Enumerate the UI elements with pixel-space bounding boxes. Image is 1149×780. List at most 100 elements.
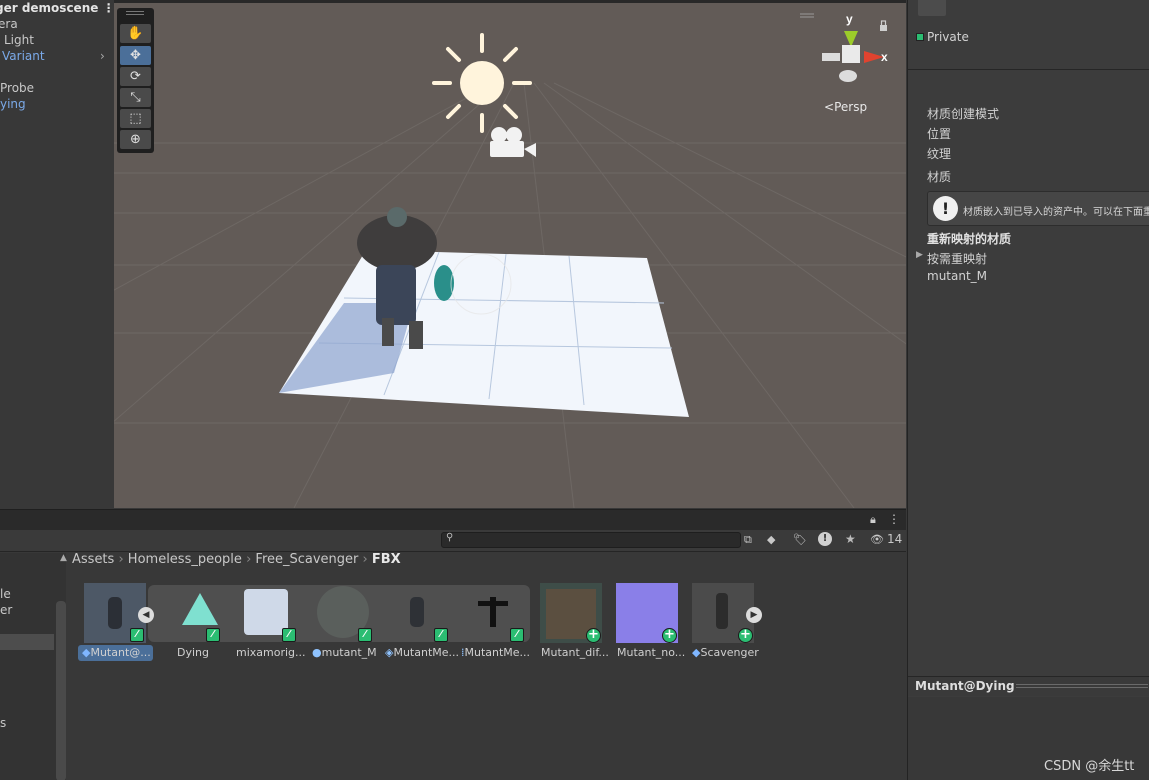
- filter-by-label-icon[interactable]: 🏷︎: [793, 533, 807, 546]
- search-by-type-icon[interactable]: ⧉: [744, 533, 752, 547]
- asset-label-mutant-normal: Mutant_no...: [617, 646, 686, 659]
- rect-tool-icon[interactable]: ⬚: [120, 109, 151, 128]
- hierarchy-item-camera[interactable]: era: [0, 16, 18, 32]
- search-icon: ⚲: [446, 532, 454, 543]
- edit-badge-icon: ⁄: [206, 628, 220, 642]
- breadcrumb-fbx[interactable]: FBX: [372, 552, 401, 567]
- scene-canvas: y x: [114, 12, 906, 508]
- warning-icon: !: [933, 196, 958, 221]
- sun-light-icon[interactable]: [432, 33, 532, 133]
- character-preview-icon: [716, 593, 728, 629]
- tool-palette: ✋ ✥ ⟳ ⤡ ⬚ ⊕: [117, 8, 154, 153]
- folder-item-selected[interactable]: [0, 634, 54, 650]
- orientation-gizmo[interactable]: y x: [822, 12, 888, 82]
- asset-thumbnail: [918, 0, 946, 16]
- folder-item[interactable]: s: [0, 716, 6, 730]
- asset-label-scavenger: ◆Scavenger: [692, 646, 759, 659]
- breadcrumb-separator: ›: [362, 552, 372, 567]
- remapped-materials-header: 重新映射的材质: [927, 232, 1012, 246]
- hidden-count: 14: [887, 532, 903, 546]
- gizmo-y-label: y: [846, 12, 853, 26]
- filter-by-type-icon[interactable]: ◆: [767, 533, 775, 546]
- hidden-packages-icon[interactable]: 👁︎: [870, 533, 884, 546]
- expand-right-icon[interactable]: ▶: [746, 607, 762, 623]
- edit-badge-icon: ⁄: [434, 628, 448, 642]
- hierarchy-item-light[interactable]: Light: [4, 32, 34, 48]
- kebab-menu-icon[interactable]: ⋮: [103, 1, 113, 15]
- asset-label-mutantmesh-1: ◈MutantMe...: [385, 646, 460, 659]
- chevron-right-icon[interactable]: ›: [100, 48, 105, 64]
- persp-arrow-icon: <: [824, 100, 835, 114]
- asset-label-mutant-m: ●mutant_M: [312, 646, 377, 659]
- edit-badge-icon: ⁄: [510, 628, 524, 642]
- asset-label-mutant-diffuse: Mutant_dif...: [541, 646, 609, 659]
- asset-mutant-m[interactable]: ⁄: [314, 583, 376, 643]
- edit-badge-icon: ⁄: [358, 628, 372, 642]
- hierarchy-panel: ger demoscene ⋮ era Light Variant › Prob…: [0, 0, 113, 508]
- scene-title[interactable]: ger demoscene ⋮: [0, 0, 113, 16]
- hierarchy-item-probe[interactable]: Probe: [0, 80, 34, 96]
- location-label: 位置: [927, 127, 952, 141]
- asset-label-mutantmesh-2: ⁞MutantMe...: [461, 646, 531, 659]
- edit-badge-icon: ⁄: [130, 628, 144, 642]
- perspective-toggle[interactable]: <Persp: [824, 100, 867, 114]
- breadcrumb-free-scavenger[interactable]: Free_Scavenger: [255, 552, 358, 567]
- textures-label: 纹理: [927, 147, 952, 161]
- collapse-arrow-icon[interactable]: ▲: [60, 553, 67, 563]
- scrollbar[interactable]: [56, 601, 66, 780]
- favorite-star-icon[interactable]: ★: [845, 532, 856, 546]
- divider: [908, 69, 1149, 70]
- foldout-arrow-icon[interactable]: ▶: [916, 250, 923, 260]
- scale-tool-icon[interactable]: ⤡: [120, 88, 151, 107]
- add-badge-icon: +: [586, 628, 601, 643]
- asset-mutant-dying-thumb[interactable]: ⁄: [84, 583, 146, 643]
- preview-header[interactable]: Mutant@Dying: [908, 676, 1149, 696]
- drag-handle-icon[interactable]: [800, 13, 814, 18]
- scene-view[interactable]: y x ✋ ✥ ⟳ ⤡ ⬚ ⊕ <Persp: [114, 3, 906, 508]
- asset-mutantmesh-2[interactable]: ⁄: [464, 583, 526, 643]
- transform-tool-icon[interactable]: ⊕: [120, 130, 151, 149]
- project-tab-strip: 🔒︎ ⋮: [0, 510, 906, 530]
- asset-mutantmesh-1[interactable]: ⁄: [388, 583, 450, 643]
- lock-icon[interactable]: 🔒︎: [870, 513, 876, 527]
- model-preview-icon: [108, 597, 122, 629]
- on-demand-remap-foldout[interactable]: 按需重映射: [927, 250, 987, 267]
- rotate-tool-icon[interactable]: ⟳: [120, 67, 151, 86]
- asset-label-dying: Dying: [177, 646, 209, 659]
- asset-mixamorig[interactable]: ⁄: [238, 583, 300, 643]
- preview-drag-handle[interactable]: [1016, 684, 1148, 688]
- skeleton-arms: [478, 601, 508, 606]
- hierarchy-item-dying[interactable]: ying: [0, 96, 26, 112]
- collapse-left-icon[interactable]: ◀: [138, 607, 154, 623]
- drag-grip-icon[interactable]: [126, 11, 144, 15]
- private-checkbox[interactable]: [916, 33, 924, 41]
- material-icon: ●: [312, 646, 322, 659]
- error-filter-icon[interactable]: !: [818, 532, 832, 546]
- asset-scavenger[interactable]: +: [692, 583, 754, 643]
- breadcrumb-homeless-people[interactable]: Homeless_people: [128, 552, 242, 567]
- asset-label-mutant-dying: ◆Mutant@...: [82, 646, 151, 659]
- hand-tool-icon[interactable]: ✋: [120, 24, 151, 43]
- asset-dying[interactable]: ⁄: [166, 583, 228, 643]
- asset-mutant-diffuse[interactable]: +: [540, 583, 602, 643]
- asset-label-mixamorig: mixamorig...: [236, 646, 306, 659]
- private-label: Private: [927, 30, 969, 44]
- info-box: ! 材质嵌入到已导入的资产中。可以在下面重: [927, 191, 1149, 226]
- edit-badge-icon: ⁄: [282, 628, 296, 642]
- kebab-menu-icon[interactable]: ⋮: [888, 512, 900, 526]
- move-tool-icon[interactable]: ✥: [120, 46, 151, 65]
- animation-clip-icon: [182, 593, 218, 625]
- add-badge-icon: +: [738, 628, 753, 643]
- lock-icon[interactable]: [880, 20, 887, 31]
- folder-item[interactable]: le: [0, 587, 11, 601]
- info-text: 材质嵌入到已导入的资产中。可以在下面重: [963, 207, 1149, 218]
- gizmo-x-label: x: [881, 50, 888, 64]
- search-input[interactable]: ⚲: [441, 532, 741, 548]
- hierarchy-item-variant[interactable]: Variant: [2, 48, 45, 64]
- breadcrumb-assets[interactable]: Assets: [72, 552, 114, 567]
- asset-mutant-normal[interactable]: +: [616, 583, 678, 643]
- material-creation-mode-label: 材质创建模式: [927, 107, 1000, 121]
- folder-item[interactable]: er: [0, 603, 12, 617]
- camera-icon[interactable]: [490, 127, 536, 157]
- material-slot-name: mutant_M: [927, 269, 988, 283]
